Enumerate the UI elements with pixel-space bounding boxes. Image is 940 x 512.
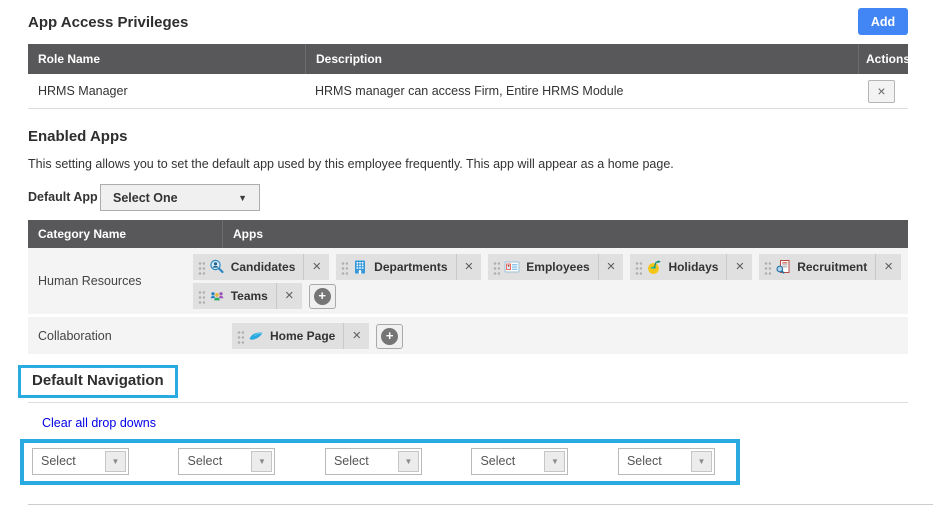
app-settings-page: App Access Privileges Add Role Name Desc… (0, 0, 940, 512)
table-row: HRMS Manager HRMS manager can access Fir… (28, 74, 908, 109)
app-chip-label: Recruitment (797, 260, 868, 274)
enabled-apps-description: This setting allows you to set the defau… (28, 157, 674, 171)
nav-select-1[interactable]: Select ▼ (32, 448, 129, 475)
drag-handle-icon[interactable] (635, 259, 643, 275)
default-app-select[interactable]: Select One ▼ (100, 184, 260, 211)
app-chip-teams[interactable]: Teams × (192, 283, 302, 309)
chevron-down-icon: ▼ (238, 192, 247, 203)
clear-all-dropdowns-link[interactable]: Clear all drop downs (42, 416, 156, 430)
column-header-role-name: Role Name (38, 52, 101, 66)
add-app-button[interactable]: + (308, 283, 336, 309)
teams-icon (209, 288, 225, 304)
nav-select-value: Select (480, 454, 516, 468)
role-description-value: HRMS manager can access Firm, Entire HRM… (315, 84, 624, 98)
app-chip-departments[interactable]: Departments × (336, 254, 482, 280)
app-chip-label: Employees (526, 260, 590, 274)
chevron-down-icon: ▼ (111, 457, 120, 466)
nav-select-5[interactable]: Select ▼ (617, 448, 715, 475)
app-chip-label: Holidays (668, 260, 719, 274)
dropdown-button[interactable]: ▼ (105, 451, 126, 472)
holidays-icon (646, 259, 662, 275)
dropdown-button[interactable]: ▼ (251, 451, 273, 472)
chevron-down-icon: ▼ (258, 457, 266, 466)
enabled-apps-table-header: Category Name Apps (28, 220, 908, 248)
column-header-category-name: Category Name (38, 227, 127, 241)
nav-select-2[interactable]: Select ▼ (178, 448, 276, 475)
app-chip-label: Teams (230, 289, 268, 303)
enabled-apps-table: Category Name Apps Human Resources Candi… (28, 220, 908, 357)
nav-select-value: Select (41, 454, 76, 468)
nav-select-value: Select (187, 454, 223, 468)
bottom-divider (28, 504, 933, 505)
add-role-button[interactable]: Add (858, 8, 908, 35)
privileges-section-title: App Access Privileges (28, 14, 189, 31)
app-chip-label: Home Page (270, 329, 336, 343)
privileges-table: Role Name Description Actions HRMS Manag… (28, 44, 908, 109)
remove-role-button[interactable]: × (868, 79, 895, 103)
employees-icon (504, 259, 520, 275)
app-chip-holidays[interactable]: Holidays × (630, 254, 753, 280)
app-chip-recruitment[interactable]: Recruitment × (759, 254, 901, 280)
home-page-icon (248, 328, 264, 344)
nav-select-value: Select (626, 454, 662, 468)
role-name-value: HRMS Manager (38, 84, 128, 98)
nav-select-value: Select (333, 454, 369, 468)
recruitment-icon (775, 259, 791, 275)
app-chip-home-page[interactable]: Home Page × (232, 323, 370, 349)
dropdown-button[interactable]: ▼ (690, 451, 712, 472)
remove-chip-icon[interactable]: × (303, 254, 329, 280)
chevron-down-icon: ▼ (697, 457, 706, 466)
section-divider (28, 402, 908, 403)
drag-handle-icon[interactable] (197, 259, 205, 275)
app-chip-candidates[interactable]: Candidates × (192, 254, 330, 280)
remove-chip-icon[interactable]: × (455, 254, 482, 280)
chevron-down-icon: ▼ (550, 457, 559, 466)
annotation-box-title: Default Navigation (18, 365, 178, 398)
drag-handle-icon[interactable] (341, 259, 349, 275)
chevron-down-icon: ▼ (404, 457, 413, 466)
remove-chip-icon[interactable]: × (275, 283, 302, 309)
dropdown-button[interactable]: ▼ (544, 451, 566, 472)
app-chip-employees[interactable]: Employees × (488, 254, 624, 280)
departments-icon (352, 259, 368, 275)
annotation-box-selects: Select ▼ Select ▼ Select ▼ Select ▼ Sele… (20, 439, 740, 485)
add-app-button[interactable]: + (376, 323, 404, 349)
default-app-selected-value: Select One (113, 190, 178, 205)
remove-chip-icon[interactable]: × (726, 254, 752, 280)
plus-icon: + (313, 287, 331, 305)
drag-handle-icon[interactable] (197, 288, 205, 304)
category-name-value: Collaboration (38, 328, 112, 343)
remove-chip-icon[interactable]: × (343, 323, 369, 349)
column-header-description: Description (305, 44, 858, 74)
default-app-label: Default App (28, 190, 98, 204)
enabled-apps-section-title: Enabled Apps (28, 128, 128, 145)
app-chip-label: Candidates (230, 260, 296, 274)
column-header-apps: Apps (222, 220, 908, 248)
drag-handle-icon[interactable] (764, 259, 772, 275)
remove-chip-icon[interactable]: × (875, 254, 901, 280)
category-name-value: Human Resources (38, 274, 142, 288)
nav-select-3[interactable]: Select ▼ (324, 448, 422, 475)
default-navigation-section-title: Default Navigation (32, 372, 164, 389)
column-header-actions: Actions (858, 44, 908, 74)
table-row: Human Resources Candidates × Departments… (28, 248, 908, 317)
privileges-table-header: Role Name Description Actions (28, 44, 908, 74)
nav-select-4[interactable]: Select ▼ (471, 448, 569, 475)
dropdown-button[interactable]: ▼ (397, 451, 419, 472)
candidates-icon (209, 259, 225, 275)
remove-chip-icon[interactable]: × (597, 254, 624, 280)
drag-handle-icon[interactable] (237, 328, 244, 344)
app-chip-label: Departments (374, 260, 448, 274)
table-row: Collaboration Home Page × + (28, 317, 908, 357)
plus-icon: + (381, 327, 399, 345)
drag-handle-icon[interactable] (493, 259, 501, 275)
